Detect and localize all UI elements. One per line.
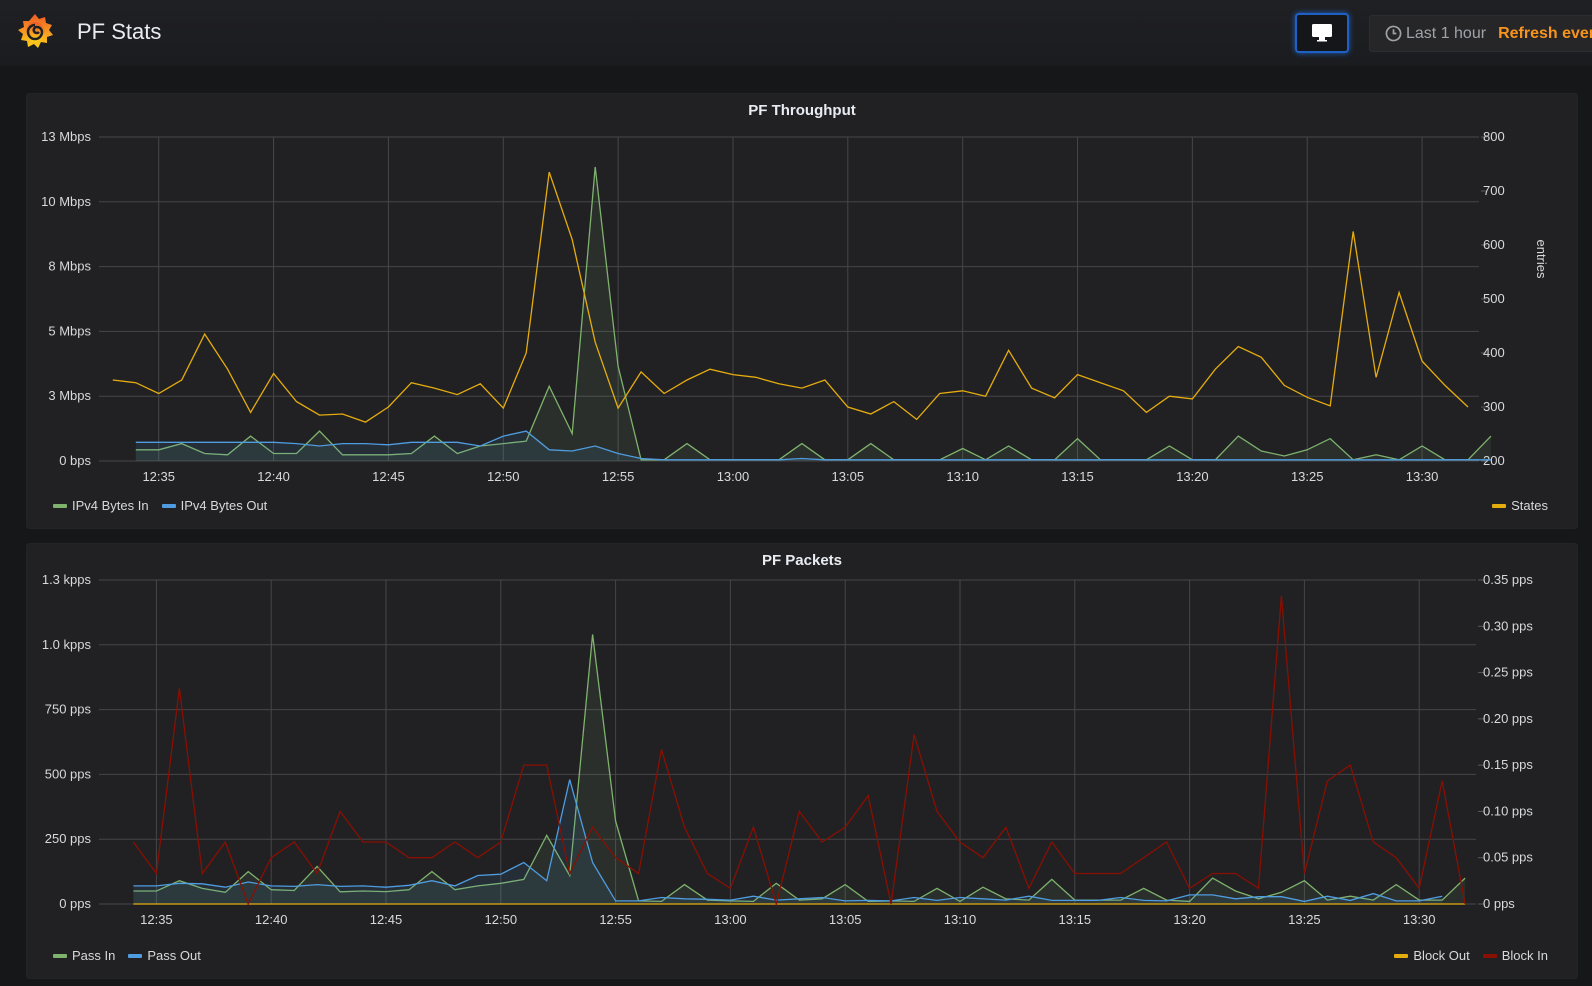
y-left-tick-label: 500 pps [45,766,92,781]
top-navbar: PF Stats Last 1 hour Refresh every [0,0,1592,66]
y-left-tick-label: 13 Mbps [41,129,91,144]
y-left-tick-label: 3 Mbps [48,388,91,403]
y-right-tick-label: 0.30 pps [1483,618,1533,633]
legend-swatch [1482,953,1497,958]
x-tick-label: 13:10 [944,912,977,927]
legend-item-block-out[interactable]: Block Out [1394,948,1470,963]
y-left-tick-label: 10 Mbps [41,194,91,209]
y-left-tick-label: 8 Mbps [48,259,91,274]
legend-swatch [53,953,67,958]
refresh-interval-label: Refresh every [1498,24,1592,42]
y-left-tick-label: 0 bps [59,453,91,468]
series-area-ipv4-bytes-in [135,166,1491,461]
series-line-ipv4-bytes-in[interactable] [135,166,1492,461]
y-left-tick-label: 0 pps [59,896,91,911]
monitor-icon [1312,24,1332,42]
legend-swatch [161,503,176,508]
dashboard-title[interactable]: PF Stats [77,19,161,45]
x-tick-label: 12:55 [599,912,632,927]
y-right-tick-label: 300 [1483,399,1505,414]
y-right-tick-label: 600 [1483,237,1505,252]
x-tick-label: 12:50 [487,469,520,484]
y-right-tick-label: 500 [1483,291,1505,306]
time-range-label: Last 1 hour [1406,24,1487,42]
tv-mode-button[interactable] [1295,13,1349,53]
legend-label: Block Out [1413,948,1470,963]
y-left-tick-label: 1.3 kpps [42,572,92,587]
y-right-tick-label: 0.20 pps [1483,711,1533,726]
legend-label: States [1511,498,1548,513]
grafana-logo-icon[interactable] [14,11,56,53]
x-tick-label: 12:55 [602,469,635,484]
legend-swatch [1492,503,1507,508]
x-tick-label: 12:40 [257,469,290,484]
legend-item-pass-out[interactable]: Pass Out [128,948,201,963]
y-left-tick-label: 5 Mbps [48,323,91,338]
clock-icon [1385,25,1402,42]
x-tick-label: 12:45 [370,912,403,927]
x-tick-label: 13:20 [1176,469,1209,484]
y-left-tick-label: 1.0 kpps [42,637,92,652]
legend-swatch [53,503,67,508]
legend-right: States [1492,498,1561,513]
x-tick-label: 12:50 [485,912,518,927]
x-tick-label: 12:35 [142,469,175,484]
legend-swatch [1394,953,1409,958]
y-right-tick-label: 0.15 pps [1483,757,1533,772]
x-tick-label: 13:20 [1173,912,1206,927]
series-group [132,595,1466,907]
series-line-pass-in[interactable] [133,634,1466,903]
y-left-tick-label: 750 pps [45,702,92,717]
x-tick-label: 13:15 [1059,912,1092,927]
packets-chart: 0 pps 250 pps 500 pps 750 pps 1.0 kpps 1.3 kp… [42,572,1534,927]
y-right-tick-label: 0.25 pps [1483,665,1533,680]
series-group [112,166,1492,461]
legend-item-ipv4-bytes-in[interactable]: IPv4 Bytes In [53,498,149,513]
y-right-tick-label: 400 [1483,345,1505,360]
y-left-tick-label: 250 pps [45,831,92,846]
grid [99,136,1487,462]
x-tick-label: 12:35 [140,912,173,927]
x-tick-label: 13:10 [946,469,979,484]
legend-item-block-in[interactable]: Block In [1482,948,1548,963]
panel-pf-packets: PF Packets 0 pps 250 pps 500 pps 750 pps 1.0… [26,543,1578,979]
legend-right: Block Out Block In [1394,948,1561,963]
x-tick-label: 13:25 [1291,469,1324,484]
x-tick-label: 13:05 [829,912,862,927]
x-tick-label: 13:15 [1061,469,1094,484]
x-tick-label: 12:45 [372,469,405,484]
legend-label: Pass Out [147,948,201,963]
x-tick-label: 13:30 [1403,912,1436,927]
legend-item-states[interactable]: States [1492,498,1548,513]
series-line-states[interactable] [112,171,1469,423]
y-right-tick-label: 800 [1483,129,1505,144]
x-tick-label: 13:30 [1406,469,1439,484]
legend-left: IPv4 Bytes In IPv4 Bytes Out [53,498,280,513]
legend-swatch [128,953,143,958]
x-tick-label: 13:00 [714,912,747,927]
x-tick-label: 13:00 [717,469,750,484]
legend-label: IPv4 Bytes In [72,498,149,513]
throughput-chart: 0 bps3 Mbps5 Mbps8 Mbps10 Mbps13 Mbps200… [41,129,1549,484]
legend-label: IPv4 Bytes Out [180,498,268,513]
grid [99,579,1484,905]
legend-label: Block In [1501,948,1548,963]
series-line-block-in[interactable] [132,595,1466,907]
panel-pf-throughput: PF Throughput 0 bps 3 Mbps 5 Mbps 8 Mbps 10 … [26,93,1578,529]
legend-left: Pass In Pass Out [53,948,214,963]
x-tick-label: 13:05 [832,469,865,484]
series-area-pass-in [133,634,1466,904]
legend-label: Pass In [72,948,116,963]
x-tick-label: 12:40 [255,912,288,927]
y-right-tick-label: 0.35 pps [1483,572,1533,587]
time-picker-button[interactable]: Last 1 hour Refresh every [1369,15,1592,52]
legend-item-ipv4-bytes-out[interactable]: IPv4 Bytes Out [161,498,268,513]
y-right-tick-label: 700 [1483,183,1505,198]
y-right-tick-label: 0 pps [1483,896,1515,911]
x-tick-label: 13:25 [1288,912,1321,927]
y-right-axis-title: entries [1534,239,1549,279]
legend-item-pass-in[interactable]: Pass In [53,948,115,963]
y-right-tick-label: 0.10 pps [1483,803,1533,818]
y-right-tick-label: 0.05 pps [1483,850,1533,865]
